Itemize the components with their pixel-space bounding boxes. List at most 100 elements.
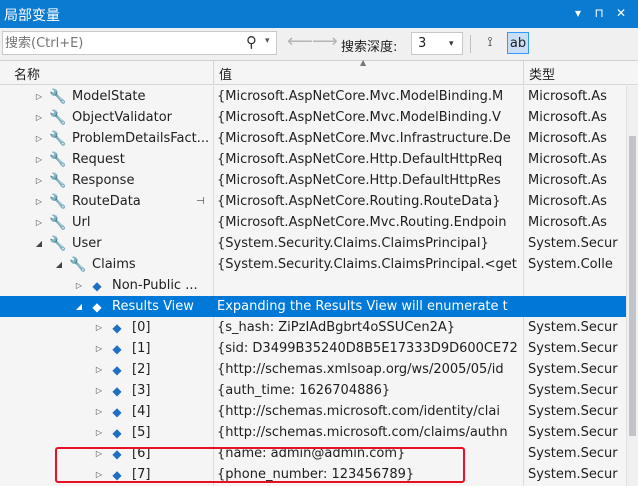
type-cell: System.Secur	[528, 341, 618, 356]
expand-arrow-icon[interactable]: ▷	[94, 422, 104, 443]
sort-indicator-icon: ▲	[360, 58, 367, 67]
table-row[interactable]: ▷ ◆ [1] {sid: D3499B35240D8B5E17333D9D600CE…	[0, 338, 626, 359]
row-name: [4]	[132, 404, 151, 419]
value-cell: {auth_time: 1626704886}	[217, 383, 391, 398]
type-cell: System.Secur	[528, 425, 618, 440]
table-row[interactable]: ▷ ◆ [0] {s_hash: ZiPzIAdBgbrt4oSSUCen2A} Sys…	[0, 317, 626, 338]
table-row[interactable]: ◢ ◆ Results View Expanding the Results View…	[0, 296, 626, 317]
table-row[interactable]: ▷ ◆ [3] {auth_time: 1626704886} System.Secur	[0, 380, 626, 401]
table-row[interactable]: ▷ ◆ [5] {http://schemas.microsoft.com/claim…	[0, 422, 626, 443]
expand-arrow-icon[interactable]: ▷	[94, 443, 104, 464]
type-cell: System.Secur	[528, 362, 618, 377]
table-row[interactable]: ▷ 🔧 ObjectValidator {Microsoft.AspNetCore.M…	[0, 107, 626, 128]
close-icon[interactable]: ✕	[613, 4, 629, 22]
row-name: ObjectValidator	[72, 110, 173, 125]
expand-arrow-icon[interactable]: ▷	[34, 86, 44, 107]
column-header-type[interactable]: 类型	[529, 64, 555, 83]
name-cell: ▷ ◆ [6]	[0, 443, 213, 464]
expand-arrow-icon[interactable]: ▷	[94, 359, 104, 380]
expand-arrow-icon[interactable]: ▷	[34, 170, 44, 191]
table-row[interactable]: ▷ 🔧 Request {Microsoft.AspNetCore.Http.Defa…	[0, 149, 626, 170]
row-name: [2]	[132, 362, 151, 377]
view-toggle-icon[interactable]: ab	[507, 32, 529, 54]
name-cell: ▷ ◆ [7]	[0, 464, 213, 485]
type-cell: System.Colle	[528, 257, 613, 272]
table-row[interactable]: ▷ 🔧 ProblemDetailsFact... {Microsoft.AspNet…	[0, 128, 626, 149]
type-cell	[528, 275, 626, 296]
name-cell: ▷ ◆ Non-Public ...	[0, 275, 213, 296]
wrench-icon: 🔧	[49, 194, 67, 210]
cube-icon: ◆	[92, 300, 102, 314]
table-row[interactable]: ▷ 🔧 Response {Microsoft.AspNetCore.Http.Def…	[0, 170, 626, 191]
column-divider[interactable]	[213, 61, 214, 84]
type-cell: System.Secur	[528, 404, 618, 419]
type-cell: Microsoft.As	[528, 194, 607, 209]
value-cell: {phone_number: 123456789}	[217, 467, 415, 482]
expand-arrow-icon[interactable]: ▷	[94, 380, 104, 401]
table-row[interactable]: ▷ ◆ [4] {http://schemas.microsoft.com/ident…	[0, 401, 626, 422]
search-input[interactable]	[5, 34, 230, 52]
vertical-scrollbar[interactable]	[626, 86, 638, 486]
table-row[interactable]: ▷ ◆ [2] {http://schemas.xmlsoap.org/ws/2005…	[0, 359, 626, 380]
expand-arrow-icon[interactable]: ▷	[94, 401, 104, 422]
pin-column-icon[interactable]: ⟟	[479, 32, 501, 54]
table-row[interactable]: ▷ 🔧 RouteData ⊣ {Microsoft.AspNetCore.Routin…	[0, 191, 626, 212]
expand-arrow-icon[interactable]: ▷	[34, 191, 44, 212]
table-row[interactable]: ▷ 🔧 Url {Microsoft.AspNetCore.Mvc.Routing.E…	[0, 212, 626, 233]
collapse-arrow-icon[interactable]: ◢	[54, 254, 64, 275]
table-row[interactable]: ▷ ◆ Non-Public ...	[0, 275, 626, 296]
column-header-value[interactable]: 值	[219, 64, 232, 83]
search-forward-arrow-icon[interactable]: ⟶	[312, 32, 338, 52]
wrench-icon: 🔧	[49, 236, 67, 252]
pin-window-icon[interactable]: ⊓	[591, 4, 607, 22]
locals-grid: ▷ 🔧 ModelState {Microsoft.AspNetCore.Mvc.Mo…	[0, 86, 626, 486]
table-row[interactable]: ◢ 🔧 User {System.Security.Claims.ClaimsPrin…	[0, 233, 626, 254]
search-back-arrow-icon[interactable]: ⟵	[287, 32, 313, 52]
scrollbar-thumb[interactable]	[629, 136, 636, 436]
value-cell: {Microsoft.AspNetCore.Routing.RouteData}	[217, 194, 501, 209]
type-cell: Microsoft.As	[528, 131, 607, 146]
value-cell: {sid: D3499B35240D8B5E17333D9D600CE72	[217, 341, 518, 356]
expand-arrow-icon[interactable]: ▷	[94, 464, 104, 485]
search-options-chevron-down-icon[interactable]: ▾	[265, 36, 270, 46]
wrench-icon: 🔧	[49, 110, 67, 126]
expand-arrow-icon[interactable]: ▷	[74, 275, 84, 296]
cube-icon: ◆	[112, 384, 122, 398]
expand-arrow-icon[interactable]: ▷	[34, 107, 44, 128]
value-cell: {Microsoft.AspNetCore.Mvc.Infrastructure…	[217, 131, 511, 146]
table-row[interactable]: ◢ 🔧 Claims {System.Security.Claims.ClaimsPr…	[0, 254, 626, 275]
column-header-name[interactable]: 名称	[14, 64, 40, 83]
value-cell: {name: admin@admin.com}	[217, 446, 406, 461]
window-title: 局部变量	[4, 8, 60, 24]
name-cell: ▷ 🔧 RouteData ⊣	[0, 191, 213, 212]
name-cell: ▷ 🔧 Response	[0, 170, 213, 191]
pin-icon[interactable]: ⊣	[196, 191, 205, 212]
column-divider[interactable]	[523, 61, 524, 84]
row-name: ModelState	[72, 89, 146, 104]
wrench-icon: 🔧	[49, 215, 67, 231]
expand-arrow-icon[interactable]: ▷	[34, 149, 44, 170]
expand-arrow-icon[interactable]: ▷	[94, 338, 104, 359]
window-dropdown-icon[interactable]: ▾	[570, 4, 586, 22]
toolbar-separator	[470, 35, 471, 53]
name-cell: ▷ ◆ [4]	[0, 401, 213, 422]
chevron-down-icon: ▾	[449, 39, 454, 49]
table-row[interactable]: ▷ ◆ [6] {name: admin@admin.com} System.Secur	[0, 443, 626, 464]
cube-icon: ◆	[112, 447, 122, 461]
type-cell: System.Secur	[528, 446, 618, 461]
table-row[interactable]: ▷ 🔧 ModelState {Microsoft.AspNetCore.Mvc.Mo…	[0, 86, 626, 107]
collapse-arrow-icon[interactable]: ◢	[34, 233, 44, 254]
search-depth-select[interactable]: 3 ▾	[411, 32, 463, 55]
search-icon[interactable]: ⚲	[246, 33, 257, 51]
toolbar: ⚲ ▾ ⟵ ⟶ 搜索深度: 3 ▾ ⟟ ab	[0, 28, 638, 61]
row-name: [0]	[132, 320, 151, 335]
collapse-arrow-icon[interactable]: ◢	[74, 296, 84, 317]
expand-arrow-icon[interactable]: ▷	[94, 317, 104, 338]
table-row[interactable]: ▷ ◆ [7] {phone_number: 123456789} System.Sec…	[0, 464, 626, 485]
name-cell: ▷ ◆ [0]	[0, 317, 213, 338]
expand-arrow-icon[interactable]: ▷	[34, 212, 44, 233]
expand-arrow-icon[interactable]: ▷	[34, 128, 44, 149]
name-cell: ▷ ◆ [1]	[0, 338, 213, 359]
type-cell: Microsoft.As	[528, 89, 607, 104]
row-name: [1]	[132, 341, 151, 356]
